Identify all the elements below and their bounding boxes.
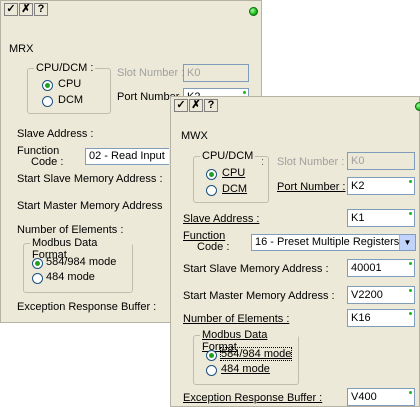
number-of-elements-label: Number of Elements : bbox=[183, 313, 290, 325]
modbus-format-group: Modbus Data Format 584/984 mode 484 mode bbox=[23, 237, 133, 293]
slave-address-label: Slave Address : bbox=[183, 213, 260, 225]
exception-buffer-value: V400 bbox=[351, 391, 377, 403]
function-code-select[interactable]: 16 - Preset Multiple Registers ▼ bbox=[251, 234, 416, 251]
slot-number-input[interactable]: K0 bbox=[183, 64, 249, 82]
function-code-select[interactable]: 02 - Read Input bbox=[85, 148, 169, 165]
mode-484-label: 484 mode bbox=[46, 271, 95, 283]
slot-number-label: Slot Number : bbox=[277, 156, 345, 168]
start-slave-address-label: Start Slave Memory Address : bbox=[17, 173, 163, 185]
cpu-radio-label: CPU bbox=[222, 167, 246, 179]
start-master-address-label: Start Master Memory Address bbox=[17, 200, 163, 212]
exception-buffer-input[interactable]: V400 bbox=[347, 388, 415, 406]
chevron-down-icon[interactable]: ▼ bbox=[399, 235, 415, 250]
exception-buffer-label: Exception Response Buffer : bbox=[183, 392, 323, 404]
function-code-label: Function Code : bbox=[183, 231, 229, 253]
start-slave-address-input[interactable]: 40001 bbox=[347, 259, 415, 277]
cpu-radio-label: CPU bbox=[58, 78, 82, 90]
slot-number-input[interactable]: K0 bbox=[347, 152, 415, 170]
start-slave-address-value: 40001 bbox=[351, 262, 382, 274]
start-slave-address-label: Start Slave Memory Address : bbox=[183, 263, 329, 275]
mode-484-radio[interactable] bbox=[206, 365, 217, 376]
dcm-radio-label: DCM bbox=[222, 183, 248, 195]
dcm-radio-label: DCM bbox=[58, 94, 84, 106]
slave-address-input[interactable]: K1 bbox=[347, 209, 415, 227]
cpu-dcm-colon: : bbox=[261, 156, 265, 168]
number-of-elements-value: K16 bbox=[351, 312, 371, 324]
cpu-dcm-group-title: CPU/DCM : bbox=[34, 62, 96, 74]
cpu-dcm-group-title: CPU/DCM bbox=[200, 150, 256, 162]
exception-buffer-label: Exception Response Buffer : bbox=[17, 301, 157, 313]
modbus-format-group: Modbus Data Format 584/984 mode 484 mode bbox=[193, 329, 299, 385]
status-led-icon bbox=[415, 102, 420, 111]
port-number-input[interactable]: K2 bbox=[347, 177, 415, 195]
port-number-label: Port Number : bbox=[277, 181, 346, 193]
number-of-elements-input[interactable]: K16 bbox=[347, 309, 415, 327]
function-code-label: Function Code : bbox=[17, 146, 63, 168]
port-number-value: K2 bbox=[351, 180, 365, 192]
start-master-address-input[interactable]: V2200 bbox=[347, 286, 415, 304]
mode-484-label: 484 mode bbox=[221, 363, 270, 375]
mode-584-label: 584/984 mode bbox=[46, 256, 117, 268]
status-led-icon bbox=[249, 7, 258, 16]
ok-check-icon[interactable]: ✓ bbox=[174, 99, 188, 112]
help-icon[interactable]: ? bbox=[204, 99, 218, 112]
mode-584-radio[interactable] bbox=[206, 350, 217, 361]
start-master-address-value: V2200 bbox=[351, 289, 383, 301]
mode-584-label: 584/984 mode bbox=[219, 347, 293, 361]
start-master-address-label: Start Master Memory Address : bbox=[183, 290, 335, 302]
mode-584-radio[interactable] bbox=[32, 258, 43, 269]
cpu-dcm-group: CPU/DCM CPU DCM bbox=[193, 150, 269, 203]
cpu-radio[interactable] bbox=[206, 169, 217, 180]
number-of-elements-label: Number of Elements : bbox=[17, 224, 124, 236]
mode-484-radio[interactable] bbox=[32, 273, 43, 284]
cpu-radio[interactable] bbox=[42, 80, 53, 91]
cpu-dcm-group: CPU/DCM : CPU DCM bbox=[27, 62, 111, 114]
dcm-radio[interactable] bbox=[42, 96, 53, 107]
dialog-title: MWX bbox=[181, 130, 208, 142]
mwx-dialog: ✓ ✗ ? MWX CPU/DCM CPU DCM : Slot Number … bbox=[170, 96, 420, 407]
dialog-title: MRX bbox=[9, 43, 34, 55]
slave-address-label: Slave Address : bbox=[17, 128, 94, 140]
slave-address-value: K1 bbox=[351, 212, 365, 224]
function-label-line2: Code : bbox=[197, 241, 230, 253]
cancel-x-icon[interactable]: ✗ bbox=[189, 99, 203, 112]
dcm-radio[interactable] bbox=[206, 185, 217, 196]
function-code-value: 16 - Preset Multiple Registers bbox=[255, 236, 400, 248]
cancel-x-icon[interactable]: ✗ bbox=[19, 3, 33, 16]
slot-number-label: Slot Number : bbox=[117, 67, 185, 79]
help-icon[interactable]: ? bbox=[34, 3, 48, 16]
ok-check-icon[interactable]: ✓ bbox=[4, 3, 18, 16]
function-label-line2: Code : bbox=[31, 156, 64, 168]
